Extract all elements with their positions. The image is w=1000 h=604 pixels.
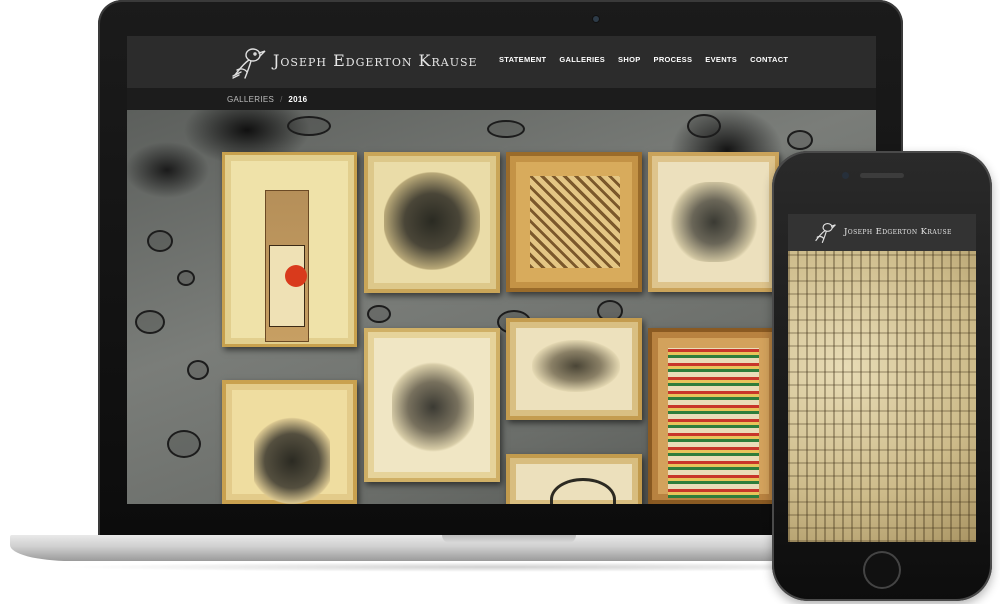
phone-hero-artwork: [788, 251, 976, 542]
artwork-frame[interactable]: [506, 152, 642, 292]
site-header: Joseph Edgerton Krause Statement Galleri…: [127, 36, 876, 88]
artwork-frame[interactable]: [506, 454, 642, 504]
nav-process[interactable]: Process: [654, 55, 693, 64]
wall-blob: [487, 120, 525, 138]
nav-galleries[interactable]: Galleries: [559, 55, 605, 64]
site-title[interactable]: Joseph Edgerton Krause: [273, 51, 478, 70]
wall-blob: [135, 310, 165, 334]
bird-logo-icon[interactable]: [812, 219, 838, 245]
wall-blob: [187, 360, 209, 380]
home-button-icon[interactable]: [863, 551, 901, 589]
phone-screen: Joseph Edgerton Krause: [788, 214, 976, 542]
breadcrumb-current: 2016: [288, 94, 308, 104]
main-nav: Statement Galleries Shop Process Events …: [499, 55, 801, 64]
phone-site-header: Joseph Edgerton Krause: [788, 214, 976, 251]
nav-statement[interactable]: Statement: [499, 55, 546, 64]
breadcrumb: Galleries / 2016: [127, 88, 876, 110]
artwork-frame[interactable]: [222, 152, 357, 347]
wall-blob: [787, 130, 813, 150]
wall-blob: [167, 430, 201, 458]
gallery-hero-image: [127, 110, 876, 504]
laptop-screen: Joseph Edgerton Krause Statement Galleri…: [127, 36, 876, 504]
nav-shop[interactable]: Shop: [618, 55, 640, 64]
nav-contact[interactable]: Contact: [750, 55, 788, 64]
artwork-frame[interactable]: [648, 328, 779, 504]
phone-camera: [842, 172, 849, 179]
artwork-frame[interactable]: [222, 380, 357, 504]
bird-logo-icon[interactable]: [229, 42, 269, 82]
phone-device: Joseph Edgerton Krause: [772, 151, 992, 601]
nav-events[interactable]: Events: [705, 55, 737, 64]
breadcrumb-galleries-link[interactable]: Galleries: [227, 95, 274, 104]
artwork-frame[interactable]: [648, 152, 779, 292]
artwork-frame[interactable]: [364, 152, 500, 293]
phone-site-title[interactable]: Joseph Edgerton Krause: [844, 227, 952, 237]
artwork-frame[interactable]: [506, 318, 642, 420]
laptop-hinge-notch: [442, 535, 576, 543]
breadcrumb-separator: /: [280, 94, 283, 104]
laptop-camera: [593, 16, 599, 22]
artwork-frame[interactable]: [364, 328, 500, 482]
wall-blob: [687, 114, 721, 138]
phone-speaker: [860, 173, 904, 178]
wall-blob: [177, 270, 195, 286]
wall-blob: [287, 116, 331, 136]
wall-blob: [147, 230, 173, 252]
wall-blob: [367, 305, 391, 323]
